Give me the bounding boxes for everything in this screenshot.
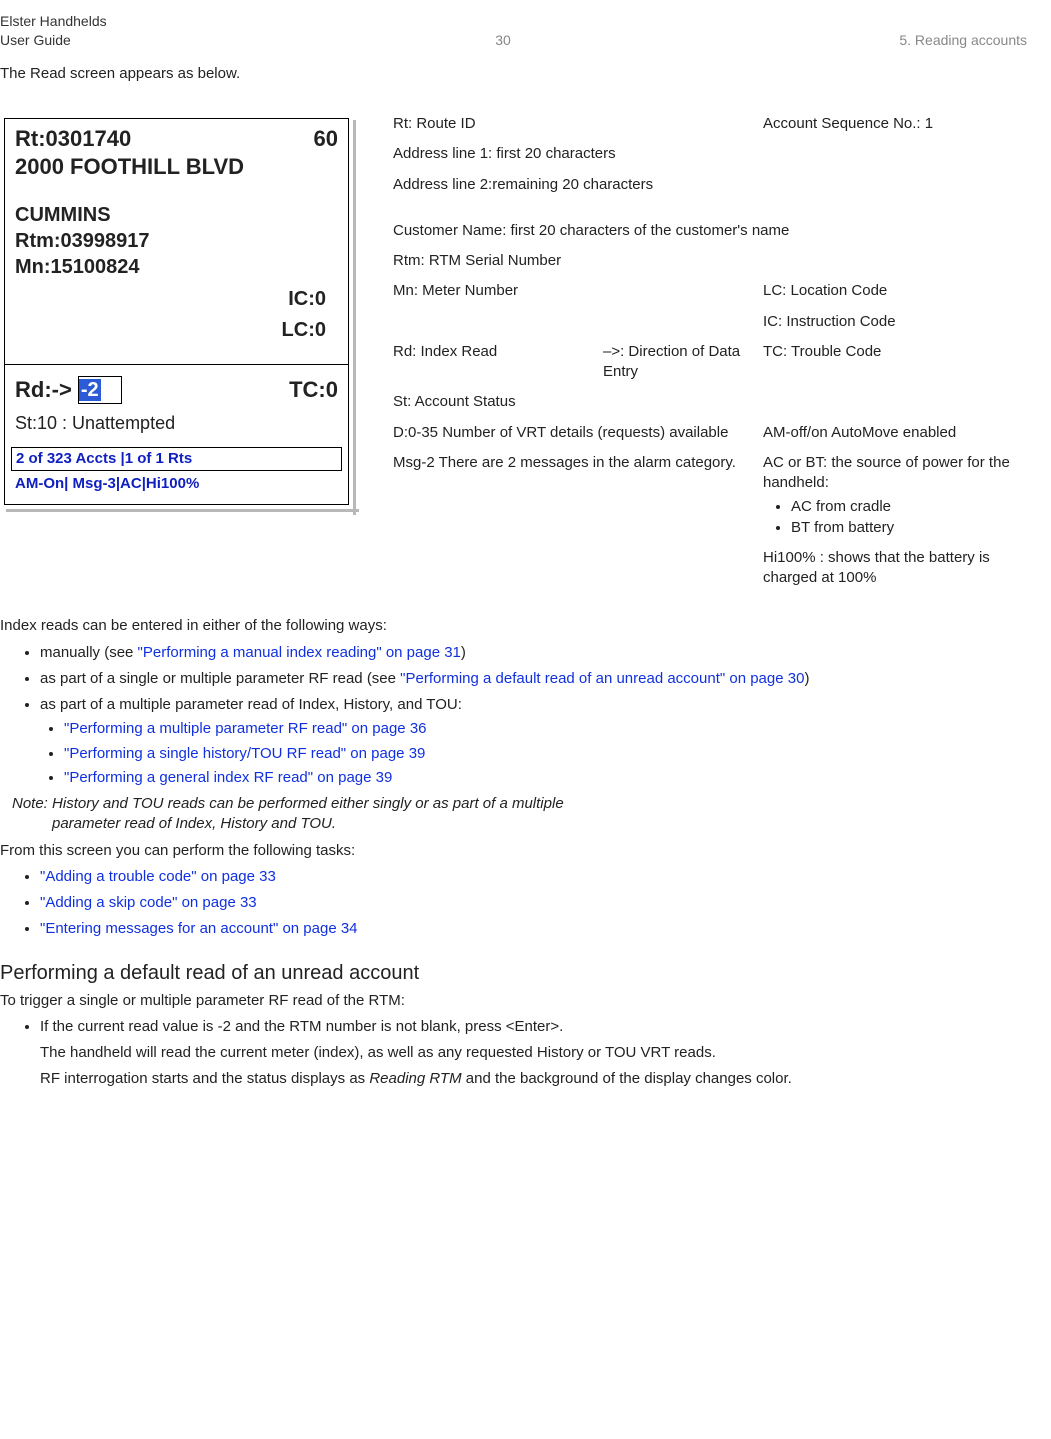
tasks-intro: From this screen you can perform the fol… <box>0 841 1027 861</box>
li-manual: manually (see "Performing a manual index… <box>40 643 1027 663</box>
intro-text: The Read screen appears as below. <box>0 64 1027 84</box>
ss-tc: TC:0 <box>289 375 338 405</box>
sub-link-2: "Performing a single history/TOU RF read… <box>64 744 1027 764</box>
task-2: "Adding a skip code" on page 33 <box>40 893 1027 913</box>
link-general-index[interactable]: "Performing a general index RF read" on … <box>64 769 392 786</box>
link-default-read[interactable]: "Performing a default read of an unread … <box>400 670 804 687</box>
legend-d: D:0-35 Number of VRT details (requests) … <box>393 423 753 443</box>
step-1-text: If the current read value is -2 and the … <box>40 1018 563 1035</box>
legend-rtm: Rtm: RTM Serial Number <box>393 251 1027 271</box>
legend-hi: Hi100% : shows that the battery is charg… <box>763 548 1027 589</box>
multi-sub-list: "Performing a multiple parameter RF read… <box>40 719 1027 788</box>
read-screen-figure: Rt:0301740 60 2000 FOOTHILL BLVD CUMMINS… <box>0 114 353 508</box>
task-1: "Adding a trouble code" on page 33 <box>40 867 1027 887</box>
legend-tc: TC: Trouble Code <box>763 342 1027 383</box>
ss-footer-status: AM-On| Msg-3|AC|Hi100% <box>11 473 342 495</box>
step-1-p2: RF interrogation starts and the status d… <box>40 1069 1027 1089</box>
ss-rd-value: -2 <box>79 379 101 401</box>
ss-route-block: Rt:0301740 60 2000 FOOTHILL BLVD <box>5 119 348 184</box>
header-left: Elster Handhelds User Guide <box>0 12 107 50</box>
note-line1: History and TOU reads can be performed e… <box>52 795 564 812</box>
doc-title-1: Elster Handhelds <box>0 12 107 31</box>
link-history-tou[interactable]: "Performing a single history/TOU RF read… <box>64 745 425 762</box>
ss-address1: 2000 FOOTHILL BLVD <box>15 153 338 181</box>
link-multi-rf[interactable]: "Performing a multiple parameter RF read… <box>64 720 427 737</box>
ss-mn: Mn:15100824 <box>15 254 338 280</box>
index-intro: Index reads can be entered in either of … <box>0 616 1027 636</box>
li-multi-text: as part of a multiple parameter read of … <box>40 696 462 713</box>
legend-msg: Msg-2 There are 2 messages in the alarm … <box>393 453 753 538</box>
chapter-title: 5. Reading accounts <box>899 31 1027 50</box>
read-screen-inner: Rt:0301740 60 2000 FOOTHILL BLVD CUMMINS… <box>4 118 349 504</box>
ss-read-row: Rd:-> -2 TC:0 <box>5 365 348 409</box>
index-ways-list: manually (see "Performing a manual index… <box>0 643 1027 789</box>
ss-customer-block: CUMMINS Rtm:03998917 Mn:15100824 <box>5 184 348 284</box>
legend-dir: –>: Direction of Data Entry <box>603 342 753 383</box>
li-manual-pre: manually (see <box>40 644 138 661</box>
link-skip-code[interactable]: "Adding a skip code" on page 33 <box>40 894 257 911</box>
section-title: Performing a default read of an unread a… <box>0 960 1027 987</box>
doc-title-2: User Guide <box>0 31 107 50</box>
li-manual-post: ) <box>461 644 466 661</box>
step-1-p2-em: Reading RTM <box>369 1070 461 1087</box>
li-rf-post: ) <box>804 670 809 687</box>
link-trouble-code[interactable]: "Adding a trouble code" on page 33 <box>40 868 276 885</box>
legend-spacer <box>393 205 1027 211</box>
legend-acct-seq: Account Sequence No.: 1 <box>763 114 1027 134</box>
legend-cust: Customer Name: first 20 characters of th… <box>393 221 1027 241</box>
legend-rt: Rt: Route ID <box>393 114 753 134</box>
ss-ic: IC:0 <box>5 284 348 315</box>
li-multi: as part of a multiple parameter read of … <box>40 695 1027 788</box>
step-1: If the current read value is -2 and the … <box>40 1017 1027 1090</box>
page-number: 30 <box>495 31 511 50</box>
step-1-p2b: and the background of the display change… <box>462 1070 792 1087</box>
legend-am: AM-off/on AutoMove enabled <box>763 423 1027 443</box>
sub-link-1: "Performing a multiple parameter RF read… <box>64 719 1027 739</box>
ss-footer-accts: 2 of 323 Accts |1 of 1 Rts <box>11 447 342 471</box>
legend-mn: Mn: Meter Number <box>393 281 593 301</box>
legend-grid: Rt: Route ID Account Sequence No.: 1 Add… <box>393 114 1027 588</box>
step-1-p2a: RF interrogation starts and the status d… <box>40 1070 369 1087</box>
note-label: Note: <box>12 795 52 812</box>
ss-customer: CUMMINS <box>15 202 338 228</box>
ss-status: St:10 : Unattempted <box>5 409 348 443</box>
legend-power-intro: AC or BT: the source of power for the ha… <box>763 454 1010 491</box>
tasks-list: "Adding a trouble code" on page 33 "Addi… <box>0 867 1027 940</box>
li-rf: as part of a single or multiple paramete… <box>40 669 1027 689</box>
note-block: Note: History and TOU reads can be perfo… <box>12 794 1027 835</box>
ss-rd-label: Rd:-> <box>15 375 72 405</box>
legend-st: St: Account Status <box>393 392 1027 412</box>
legend-ic: IC: Instruction Code <box>763 312 1027 332</box>
link-manual-read[interactable]: "Performing a manual index reading" on p… <box>138 644 461 661</box>
li-rf-pre: as part of a single or multiple paramete… <box>40 670 400 687</box>
ss-rtm: Rtm:03998917 <box>15 228 338 254</box>
legend-rd: Rd: Index Read <box>393 342 593 383</box>
section-lead: To trigger a single or multiple paramete… <box>0 991 1027 1011</box>
page-header: Elster Handhelds User Guide 30 5. Readin… <box>0 12 1027 50</box>
legend-addr2: Address line 2:remaining 20 characters <box>393 175 1027 195</box>
step-list: If the current read value is -2 and the … <box>0 1017 1027 1090</box>
ss-rd-input[interactable]: -2 <box>78 376 122 404</box>
legend-addr1: Address line 1: first 20 characters <box>393 144 1027 164</box>
ss-lc: LC:0 <box>5 315 348 346</box>
ss-route-id: Rt:0301740 <box>15 125 131 153</box>
figure-row: Rt:0301740 60 2000 FOOTHILL BLVD CUMMINS… <box>0 114 1027 588</box>
legend-lc: LC: Location Code <box>763 281 1027 301</box>
task-3: "Entering messages for an account" on pa… <box>40 919 1027 939</box>
sub-link-3: "Performing a general index RF read" on … <box>64 768 1027 788</box>
note-line2: parameter read of Index, History and TOU… <box>12 814 1027 834</box>
legend-power-bt: BT from battery <box>791 518 1027 538</box>
link-messages[interactable]: "Entering messages for an account" on pa… <box>40 920 358 937</box>
ss-route-seq: 60 <box>314 125 338 153</box>
legend-power: AC or BT: the source of power for the ha… <box>763 453 1027 538</box>
legend-power-ac: AC from cradle <box>791 497 1027 517</box>
step-1-p1: The handheld will read the current meter… <box>40 1043 1027 1063</box>
